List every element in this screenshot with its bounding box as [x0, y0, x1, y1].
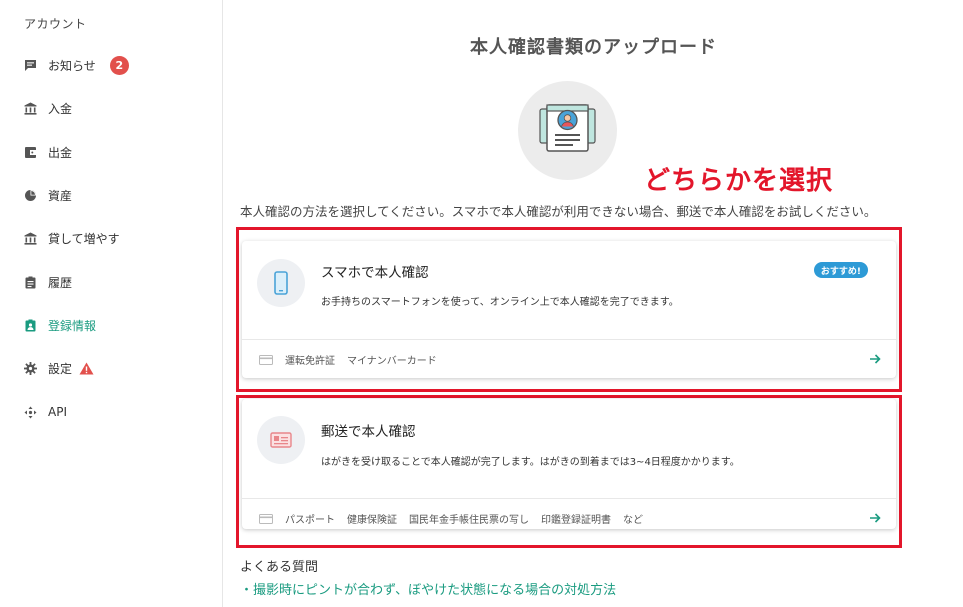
sidebar-item-registration[interactable]: 登録情報: [0, 304, 222, 347]
api-icon: [24, 406, 37, 419]
arrow-right-icon[interactable]: [868, 352, 882, 366]
card-description: お手持ちのスマートフォンを使って、オンライン上で本人確認を完了できます。: [321, 297, 679, 308]
card-description: はがきを受け取ることで本人確認が完了します。はがきの到着までは3~4日程度かかり…: [321, 457, 740, 468]
notification-badge: 2: [109, 56, 129, 76]
main-content: 本人確認書類のアップロード どちらかを選択 本人確認の方法を選択してください。ス…: [224, 0, 963, 607]
sidebar-item-label: 出金: [48, 145, 73, 160]
warning-icon: [79, 362, 94, 375]
bank-icon: [24, 102, 37, 116]
sidebar-item-label: 登録情報: [48, 318, 97, 333]
sidebar-item-label: お知らせ: [48, 59, 96, 74]
sidebar-item-deposit[interactable]: 入金: [0, 87, 222, 130]
option-frame-smartphone: スマホで本人確認 おすすめ! お手持ちのスマートフォンを使って、オンライン上で本…: [236, 227, 902, 392]
id-card-icon: [259, 354, 273, 365]
smartphone-verification-card[interactable]: スマホで本人確認 おすすめ! お手持ちのスマートフォンを使って、オンライン上で本…: [242, 241, 896, 378]
bank-icon: [24, 232, 37, 245]
document-item: マイナンバーカード: [347, 356, 437, 367]
sidebar-nav: お知らせ 2 入金 出金 資産 貸して増やす 履歴 登録情報 設定 API: [0, 44, 222, 434]
faq-heading: よくある質問: [240, 560, 319, 575]
smartphone-icon: [274, 271, 288, 295]
page-title: 本人確認書類のアップロード: [470, 37, 717, 58]
sidebar-item-label: 設定: [48, 362, 73, 377]
document-item: パスポート: [285, 515, 335, 526]
message-icon: [25, 60, 36, 72]
sidebar-item-settings[interactable]: 設定: [0, 347, 222, 390]
postal-verification-card[interactable]: 郵送で本人確認 はがきを受け取ることで本人確認が完了します。はがきの到着までは3…: [242, 399, 896, 529]
faq-link[interactable]: ・撮影時にピントが合わず、ぼやけた状態になる場合の対処方法: [240, 579, 616, 598]
selection-annotation: どちらかを選択: [644, 166, 834, 196]
sidebar-item-label: 資産: [48, 189, 73, 204]
instructions-text: 本人確認の方法を選択してください。スマホで本人確認が利用できない場合、郵送で本人…: [240, 204, 877, 219]
accepted-documents: パスポート 健康保険証 国民年金手帳住民票の写し 印鑑登録証明書 など: [259, 511, 655, 526]
document-item: 印鑑登録証明書: [541, 515, 611, 526]
wallet-icon: [25, 146, 36, 158]
id-card-icon: [259, 513, 273, 524]
sidebar-item-label: 履歴: [48, 275, 73, 290]
sidebar-item-withdraw[interactable]: 出金: [0, 131, 222, 174]
sidebar-item-history[interactable]: 履歴: [0, 260, 222, 303]
card-divider: [242, 339, 896, 340]
clipboard-icon: [25, 276, 36, 289]
sidebar-item-assets[interactable]: 資産: [0, 174, 222, 217]
document-item: 健康保険証: [347, 515, 397, 526]
pie-chart-icon: [25, 190, 36, 202]
sidebar-item-label: API: [48, 405, 67, 420]
sidebar-item-label: 貸して増やす: [48, 232, 120, 247]
card-title: 郵送で本人確認: [321, 424, 416, 440]
accepted-documents: 運転免許証 マイナンバーカード: [259, 352, 449, 367]
card-divider: [242, 498, 896, 499]
sidebar: アカウント お知らせ 2 入金 出金 資産 貸して増やす 履歴 登録情報 設定 …: [0, 0, 223, 607]
smartphone-icon-wrap: [257, 259, 305, 307]
sidebar-item-api[interactable]: API: [0, 390, 222, 433]
recommended-badge: おすすめ!: [813, 262, 868, 278]
id-card-icon: [539, 104, 596, 152]
sidebar-heading: アカウント: [24, 17, 87, 31]
postcard-icon: [270, 432, 292, 448]
sidebar-item-notifications[interactable]: お知らせ 2: [0, 44, 222, 87]
document-item: 国民年金手帳住民票の写し: [409, 515, 529, 526]
sidebar-item-lending[interactable]: 貸して増やす: [0, 217, 222, 260]
sidebar-item-label: 入金: [48, 102, 73, 117]
document-item: 運転免許証: [285, 356, 335, 367]
document-item: など: [623, 515, 643, 526]
arrow-right-icon[interactable]: [868, 511, 882, 525]
postcard-icon-wrap: [257, 416, 305, 464]
gear-icon: [24, 362, 37, 376]
card-title: スマホで本人確認: [321, 265, 429, 281]
id-document-illustration: [518, 81, 617, 180]
option-frame-postal: 郵送で本人確認 はがきを受け取ることで本人確認が完了します。はがきの到着までは3…: [236, 395, 902, 548]
id-badge-icon: [25, 319, 36, 332]
